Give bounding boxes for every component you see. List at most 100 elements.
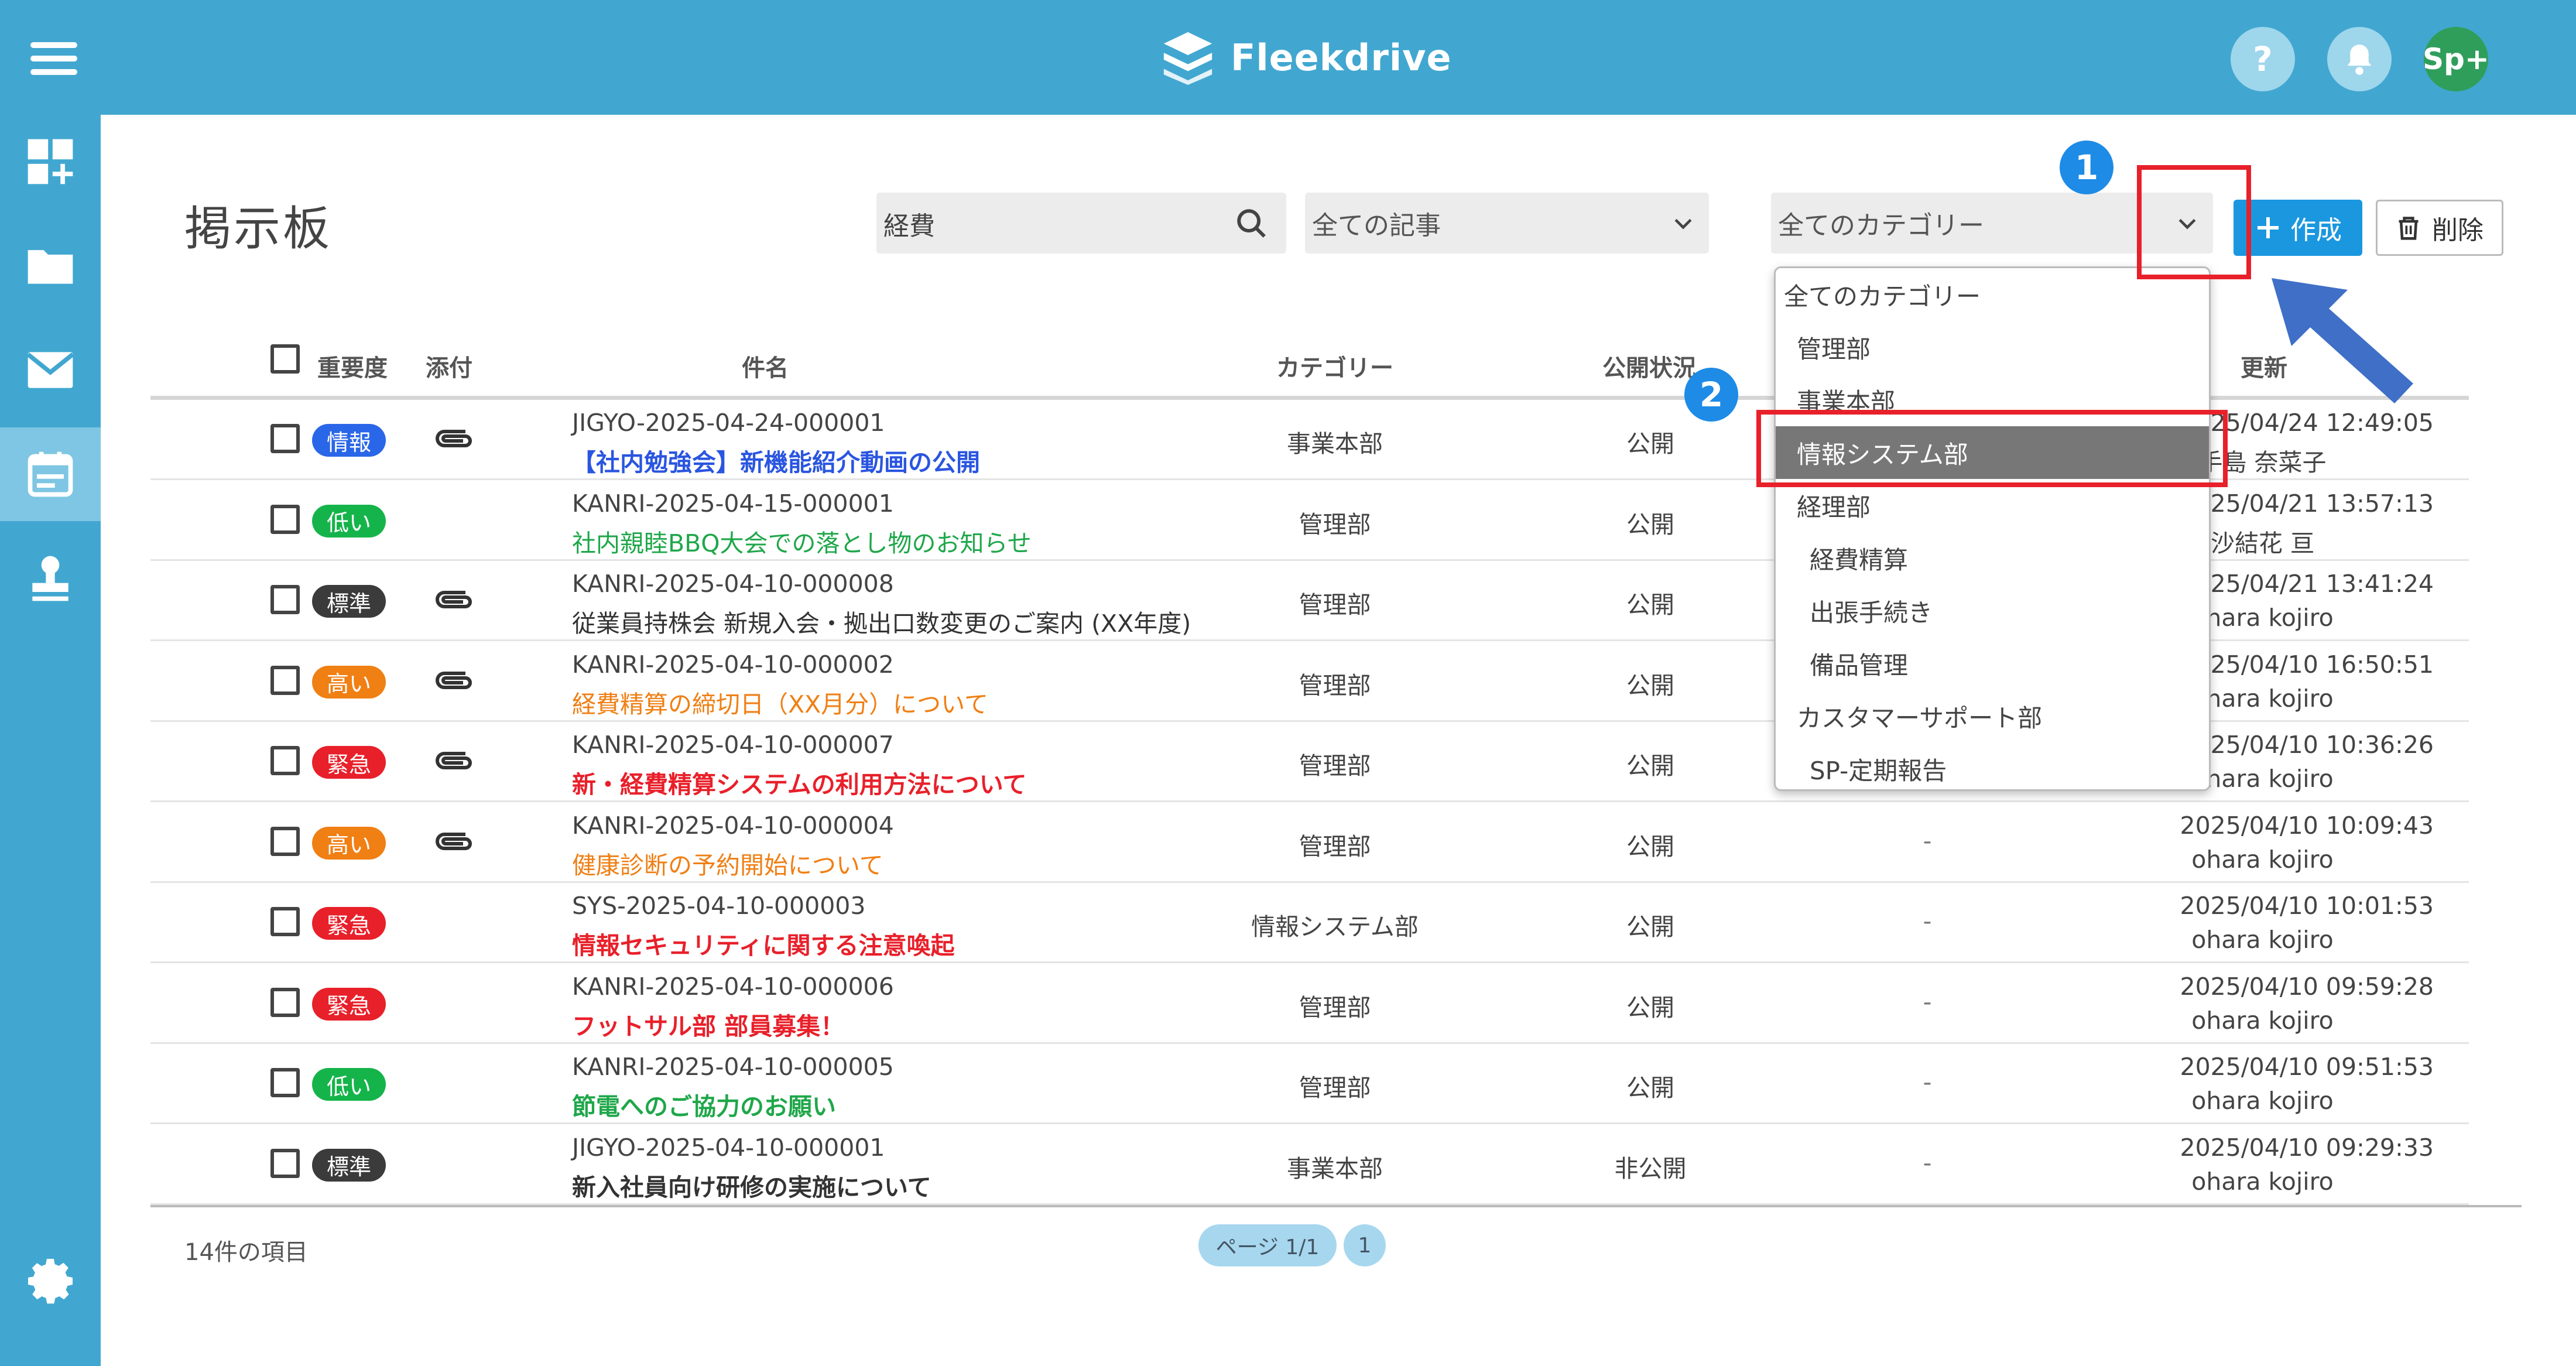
table-row[interactable]: 緊急 KANRI-2025-04-10-000006 フットサル部 部員募集！ 管理部… [150, 962, 2469, 1044]
sidebar-item-files[interactable] [0, 219, 101, 313]
row-checkbox[interactable] [270, 987, 300, 1017]
status-cell: 公開 [1626, 510, 1674, 539]
empty-cell: - [1923, 826, 1932, 855]
table-row[interactable]: 高い KANRI-2025-04-10-000004 健康診断の予約開始について 管理… [150, 801, 2469, 883]
help-icon: ? [2253, 39, 2273, 79]
stamp-icon [32, 556, 68, 601]
column-header-attachment[interactable]: 添付 [426, 349, 478, 383]
priority-badge: 高い [312, 826, 386, 860]
category-option[interactable]: カスタマーサポート部 [1776, 690, 2209, 742]
updated-by: ohara kojiro [2191, 926, 2334, 954]
category-option[interactable]: 管理部 [1776, 321, 2209, 374]
gear-icon[interactable] [23, 1253, 80, 1309]
category-option[interactable]: 経費精算 [1776, 532, 2209, 584]
updated-date: 2025/04/10 10:01:53 [2180, 892, 2434, 920]
step-marker-2: 2 [1684, 368, 1738, 422]
article-subject-link[interactable]: 新・経費精算システムの利用方法について [572, 765, 1027, 800]
column-header-priority[interactable]: 重要度 [317, 349, 426, 383]
table-row[interactable]: 低い KANRI-2025-04-10-000005 節電へのご協力のお願い 管理部 公… [150, 1042, 2469, 1124]
paperclip-icon [436, 430, 472, 447]
article-id: SYS-2025-04-10-000003 [572, 892, 866, 920]
empty-cell: - [1923, 1068, 1932, 1096]
search-input[interactable] [882, 193, 1236, 255]
priority-badge: 緊急 [312, 907, 386, 940]
row-checkbox[interactable] [270, 424, 300, 453]
paperclip-icon [436, 832, 472, 850]
status-cell: 公開 [1626, 1074, 1674, 1102]
search-icon[interactable] [1235, 207, 1269, 241]
row-checkbox[interactable] [270, 746, 300, 775]
create-button[interactable]: 作成 [2234, 200, 2362, 256]
sidebar-item-dashboard[interactable] [0, 115, 101, 208]
app-name: Fleekdrive [1231, 36, 1452, 79]
highlight-box-selected-option [1756, 410, 2228, 487]
article-subject-link[interactable]: 新入社員向け研修の実施について [572, 1168, 931, 1203]
paperclip-icon [436, 671, 472, 689]
sidebar-item-mail[interactable] [0, 323, 101, 417]
row-checkbox[interactable] [270, 1148, 300, 1178]
dashboard-add-icon [28, 139, 73, 184]
article-subject-link[interactable]: 情報セキュリティに関する注意喚起 [572, 926, 955, 961]
status-cell: 公開 [1626, 671, 1674, 700]
select-all-checkbox[interactable] [270, 344, 300, 374]
mail-icon [26, 352, 74, 388]
article-id: KANRI-2025-04-10-000008 [572, 570, 894, 598]
notification-button[interactable] [2327, 27, 2392, 91]
updated-date: 2025/04/10 09:59:28 [2180, 972, 2434, 1001]
priority-badge: 低い [312, 1068, 386, 1101]
category-dropdown: 全てのカテゴリー 管理部 事業本部 情報システム部 経理部 経費精算 出張手続き 備品管理 カス… [1774, 266, 2211, 791]
article-subject-link[interactable]: 従業員持株会 新規入会・拠出口数変更のご案内 (XX年度) [572, 604, 1191, 639]
app-logo: Fleekdrive [1159, 28, 1452, 87]
calendar-board-icon [28, 451, 73, 497]
category-option[interactable]: SP-定期報告 [1776, 742, 2209, 795]
empty-cell: - [1923, 987, 1932, 1016]
row-checkbox[interactable] [270, 826, 300, 856]
app-window: Fleekdrive ? Sp+ 掲示板 経費 全ての記事 全てのカテゴリー 作… [0, 0, 2576, 1366]
sidebar-item-bulletin-board[interactable] [0, 427, 101, 521]
category-cell: 管理部 [1299, 510, 1371, 539]
status-cell: 公開 [1626, 832, 1674, 861]
item-count: 14件の項目 [184, 1239, 308, 1266]
row-checkbox[interactable] [270, 1068, 300, 1097]
category-option[interactable]: 備品管理 [1776, 637, 2209, 690]
priority-badge: 緊急 [312, 987, 386, 1021]
status-cell: 公開 [1626, 752, 1674, 780]
column-header-subject[interactable]: 件名 [660, 349, 871, 383]
updated-by: ohara kojiro [2191, 1087, 2334, 1115]
page-number-button[interactable]: 1 [1344, 1224, 1386, 1266]
article-subject-link[interactable]: 社内親睦BBQ大会での落とし物のお知らせ [572, 523, 1032, 559]
paperclip-icon [436, 591, 472, 608]
status-cell: 公開 [1626, 591, 1674, 619]
table-row[interactable]: 標準 JIGYO-2025-04-10-000001 新入社員向け研修の実施について… [150, 1123, 2469, 1205]
bell-icon [2347, 44, 2372, 75]
user-avatar[interactable]: Sp+ [2423, 27, 2489, 91]
article-subject-link[interactable]: 節電へのご協力のお願い [572, 1087, 836, 1122]
article-filter-select[interactable]: 全ての記事 [1305, 193, 1709, 254]
updated-by: ohara kojiro [2191, 845, 2334, 874]
priority-badge: 標準 [312, 1148, 386, 1182]
article-subject-link[interactable]: フットサル部 部員募集！ [572, 1006, 844, 1042]
page-title: 掲示板 [184, 201, 332, 256]
table-row[interactable]: 緊急 SYS-2025-04-10-000003 情報セキュリティに関する注意喚起 情… [150, 881, 2469, 963]
row-checkbox[interactable] [270, 665, 300, 695]
updated-date: 2025/04/10 09:29:33 [2180, 1133, 2434, 1162]
category-option[interactable]: 出張手続き [1776, 584, 2209, 637]
top-bar: Fleekdrive ? Sp+ [0, 0, 2576, 115]
article-subject-link[interactable]: 経費精算の締切日（XX月分）について [572, 684, 988, 720]
article-subject-link[interactable]: 健康診断の予約開始について [572, 845, 883, 881]
chevron-down-icon [1674, 218, 1692, 230]
row-checkbox[interactable] [270, 907, 300, 936]
row-checkbox[interactable] [270, 504, 300, 534]
sidebar-item-approval[interactable] [0, 532, 101, 625]
table-footer-divider [150, 1205, 2522, 1207]
category-cell: 管理部 [1299, 832, 1371, 861]
article-id: JIGYO-2025-04-10-000001 [572, 1133, 885, 1162]
help-button[interactable]: ? [2231, 27, 2295, 91]
column-header-category[interactable]: カテゴリー [1224, 349, 1446, 383]
plus-icon [2258, 217, 2279, 238]
row-checkbox[interactable] [270, 585, 300, 614]
article-subject-link[interactable]: 【社内勉強会】新機能紹介動画の公開 [572, 443, 980, 478]
menu-icon[interactable] [30, 42, 77, 75]
pointer-arrow-icon [2272, 278, 2413, 403]
delete-button[interactable]: 削除 [2376, 200, 2503, 256]
